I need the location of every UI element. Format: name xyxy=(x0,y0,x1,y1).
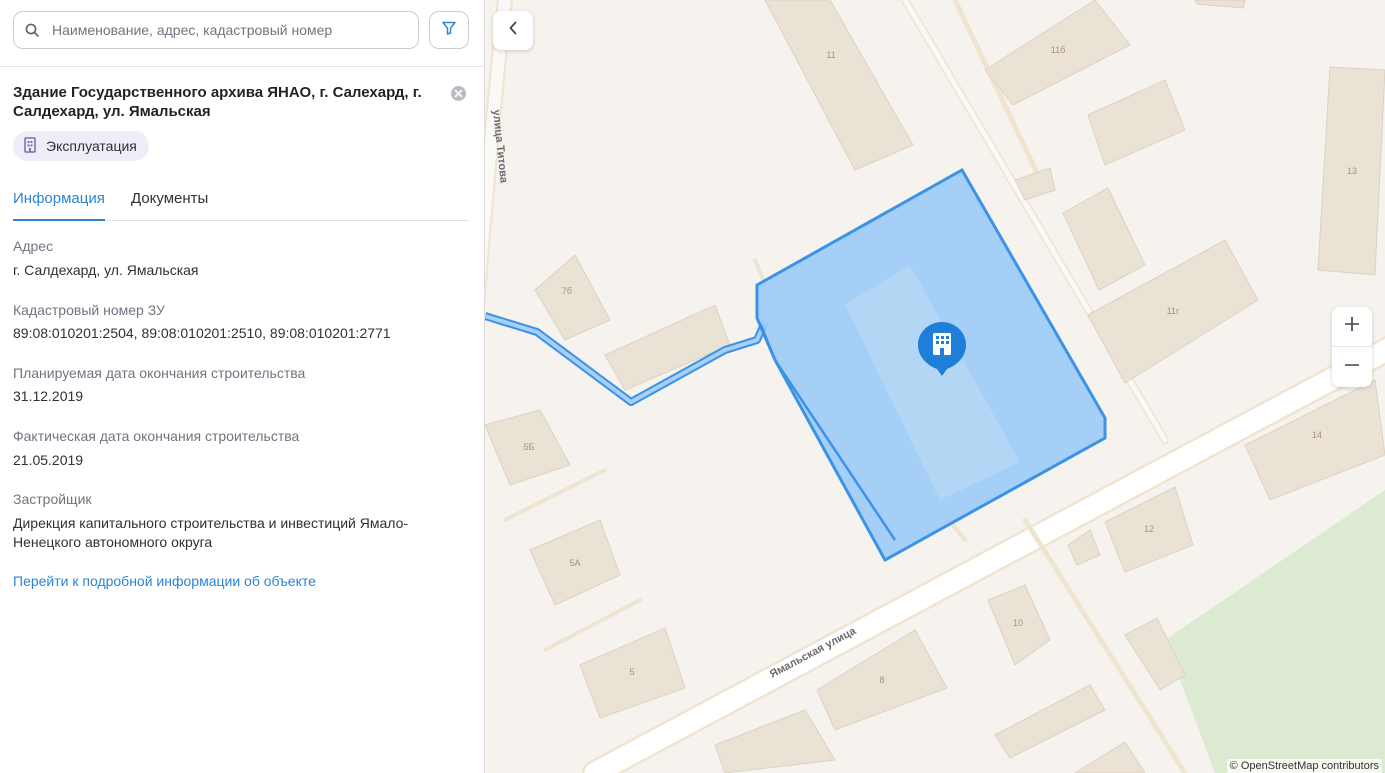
tab-information[interactable]: Информация xyxy=(13,190,105,221)
panel-divider xyxy=(0,66,485,67)
developer-value: Дирекция капитального строительства и ин… xyxy=(13,515,409,550)
filter-icon xyxy=(441,20,457,41)
minus-icon xyxy=(1344,357,1360,378)
close-icon xyxy=(454,85,463,103)
house-number: 5А xyxy=(569,558,580,568)
object-map-marker[interactable] xyxy=(917,320,967,378)
status-badge: Эксплуатация xyxy=(13,131,149,161)
map-layer: 11 11б 13 11г 14 12 10 8 5 5А 5Б 7б улиц… xyxy=(485,0,1385,773)
house-number: 8 xyxy=(879,675,884,685)
actual-completion-label: Фактическая дата окончания строительства xyxy=(13,428,300,444)
house-number: 14 xyxy=(1312,430,1322,440)
house-number: 5 xyxy=(629,667,634,677)
address-value: г. Салдехард, ул. Ямальская xyxy=(13,262,199,278)
house-number: 12 xyxy=(1144,524,1154,534)
zoom-out-button[interactable] xyxy=(1332,347,1372,387)
house-number: 11г xyxy=(1167,306,1180,316)
object-title: Здание Государственного архива ЯНАО, г. … xyxy=(13,84,422,120)
address-label: Адрес xyxy=(13,238,54,254)
collapse-panel-button[interactable] xyxy=(493,11,533,50)
map-attribution[interactable]: © OpenStreetMap contributors xyxy=(1226,759,1382,773)
planned-completion-value: 31.12.2019 xyxy=(13,388,84,404)
house-number: 13 xyxy=(1347,166,1357,176)
zoom-in-button[interactable] xyxy=(1332,307,1372,347)
tab-documents[interactable]: Документы xyxy=(131,190,208,219)
house-number: 11 xyxy=(826,50,835,60)
map-canvas[interactable]: 11 11б 13 11г 14 12 10 8 5 5А 5Б 7б улиц… xyxy=(485,0,1385,773)
house-number: 11б xyxy=(1051,45,1066,55)
tabs: Информация Документы xyxy=(13,186,469,221)
actual-completion-value: 21.05.2019 xyxy=(13,452,84,468)
house-number: 5Б xyxy=(524,442,535,452)
cadastral-number-label: Кадастровый номер ЗУ xyxy=(13,302,165,318)
cadastral-number-value: 89:08:010201:2504, 89:08:010201:2510, 89… xyxy=(13,325,391,341)
side-panel: Здание Государственного архива ЯНАО, г. … xyxy=(0,0,485,773)
search-row xyxy=(13,11,469,51)
search-icon xyxy=(14,23,50,37)
building-marker-icon xyxy=(918,322,966,376)
filter-button[interactable] xyxy=(429,11,469,49)
status-label: Эксплуатация xyxy=(46,138,137,154)
planned-completion-label: Планируемая дата окончания строительства xyxy=(13,365,306,381)
house-number: 10 xyxy=(1013,618,1023,628)
house-number: 7б xyxy=(562,286,572,296)
developer-label: Застройщик xyxy=(13,491,92,507)
zoom-controls xyxy=(1332,307,1372,387)
close-card-button[interactable] xyxy=(451,86,466,101)
chevron-left-icon xyxy=(508,21,518,40)
search-input[interactable] xyxy=(50,21,418,39)
plus-icon xyxy=(1344,316,1360,337)
building-icon xyxy=(23,136,37,156)
object-details-link[interactable]: Перейти к подробной информации об объект… xyxy=(13,573,316,589)
search-box[interactable] xyxy=(13,11,419,49)
